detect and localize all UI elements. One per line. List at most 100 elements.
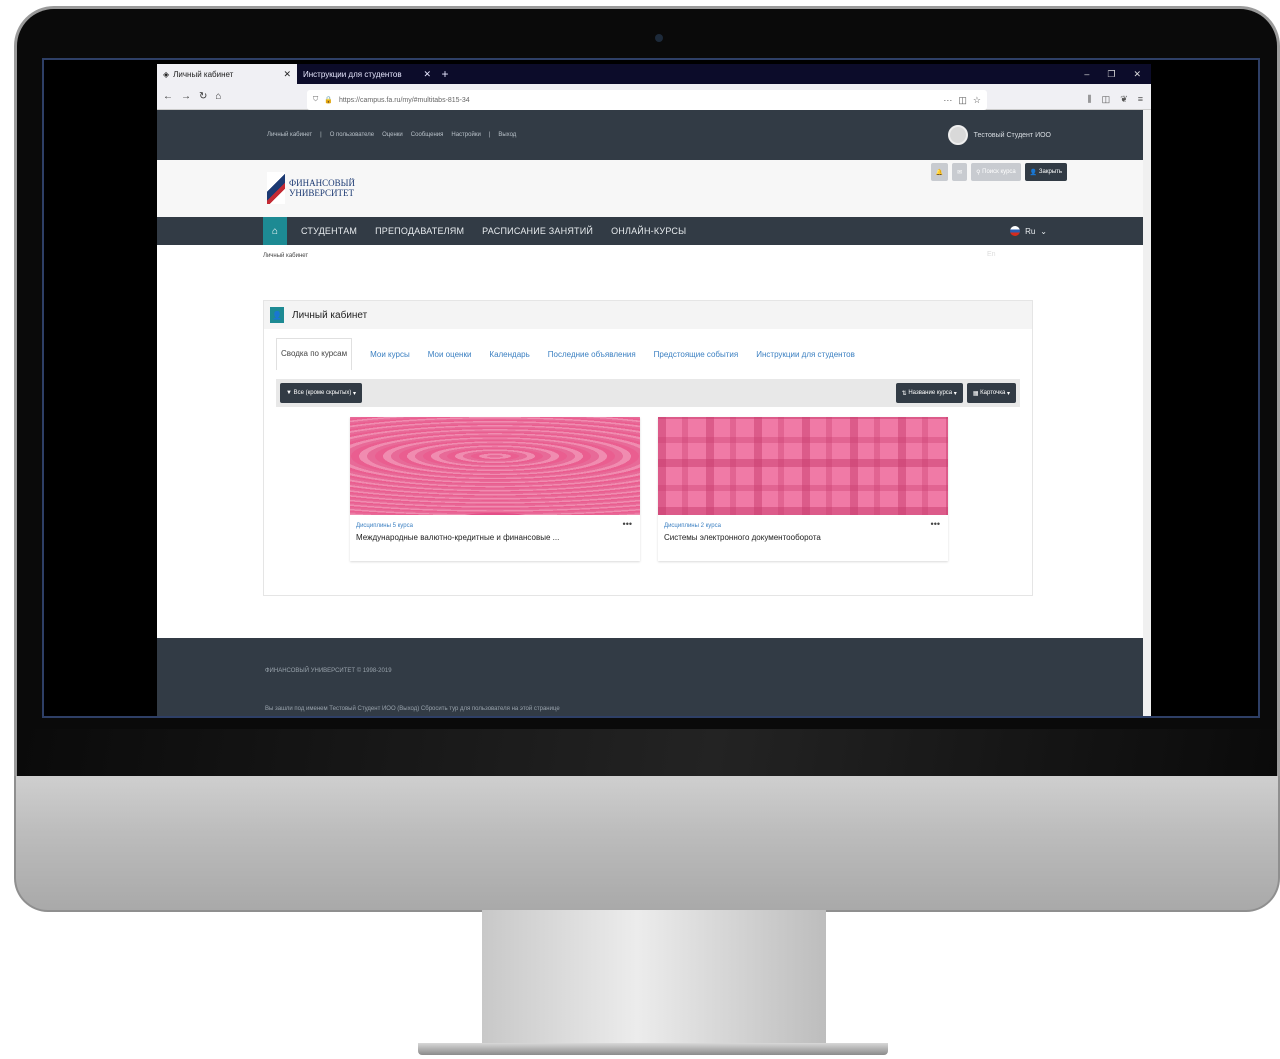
- monitor-chin: [14, 776, 1280, 912]
- grid-icon: ▦: [972, 390, 981, 397]
- sort-dropdown[interactable]: ⇅ Название курса ▾: [895, 383, 963, 403]
- top-link-grades[interactable]: Оценки: [382, 132, 403, 138]
- menu-icon[interactable]: ≡: [1138, 94, 1143, 105]
- extension-icon[interactable]: ❦: [1120, 94, 1128, 105]
- course-card[interactable]: Дисциплины 2 курса Системы электронного …: [658, 417, 948, 561]
- home-icon[interactable]: ⌂: [215, 91, 221, 102]
- messages-button[interactable]: ✉: [952, 163, 968, 181]
- pocket-icon[interactable]: ◫: [958, 95, 967, 106]
- chevron-down-icon: ▾: [1005, 390, 1010, 397]
- toolbar-right: ⫼ ◫ ❦ ≡: [1088, 94, 1143, 105]
- user-menu[interactable]: Тестовый Студент ИОО: [947, 125, 1051, 145]
- close-label: Закрыть: [1038, 169, 1062, 175]
- bezel-shine: [17, 729, 1280, 779]
- more-actions-icon[interactable]: ···: [943, 95, 952, 106]
- view-label: Карточка: [980, 390, 1006, 396]
- course-title[interactable]: Международные валютно-кредитные и финанс…: [356, 533, 634, 542]
- browser-window: ◈ Личный кабинет ✕ Инструкции для студен…: [157, 64, 1151, 716]
- nav-online-courses[interactable]: ОНЛАЙН-КУРСЫ: [611, 226, 686, 236]
- course-card[interactable]: Дисциплины 5 курса Международные валютно…: [350, 417, 640, 561]
- chevron-down-icon: ⌄: [1040, 226, 1047, 236]
- url-text: https://campus.fa.ru/my/#multitabs-815-3…: [338, 96, 470, 104]
- site-topbar: Личный кабинет | О пользователе Оценки Со…: [157, 110, 1151, 160]
- course-search-button[interactable]: ⚲ Поиск курса: [971, 163, 1021, 181]
- close-tab-icon[interactable]: ✕: [283, 69, 291, 80]
- user-icon: 👤: [270, 307, 284, 323]
- close-tab-icon[interactable]: ✕: [423, 69, 431, 80]
- course-image[interactable]: [350, 417, 640, 515]
- home-icon: ⌂: [271, 225, 279, 237]
- nav-students[interactable]: СТУДЕНТАМ: [301, 226, 357, 236]
- close-window-button[interactable]: ✕: [1133, 69, 1141, 80]
- tab-my-courses[interactable]: Мои курсы: [370, 350, 410, 359]
- logo-line1: ФИНАНСОВЫЙ: [289, 178, 355, 188]
- top-link-messages[interactable]: Сообщения: [411, 132, 444, 138]
- filter-label: Все (кроме скрытых): [293, 390, 352, 396]
- russia-flag-icon: [1010, 226, 1021, 236]
- top-link-settings[interactable]: Настройки: [451, 132, 480, 138]
- maximize-button[interactable]: ❐: [1107, 69, 1115, 80]
- course-image[interactable]: [658, 417, 948, 515]
- sidebar-icon[interactable]: ◫: [1102, 94, 1111, 105]
- url-bar[interactable]: ⛉ 🔒 https://campus.fa.ru/my/#multitabs-8…: [307, 90, 987, 110]
- nav-schedule[interactable]: РАСПИСАНИЕ ЗАНЯТИЙ: [482, 226, 593, 236]
- tab-announcements[interactable]: Последние объявления: [548, 350, 636, 359]
- top-link-dashboard[interactable]: Личный кабинет: [267, 132, 312, 138]
- bookmark-star-icon[interactable]: ☆: [973, 95, 981, 106]
- shield-icon[interactable]: ⛉: [313, 96, 318, 104]
- tab-instructions[interactable]: Инструкции для студентов: [756, 350, 855, 359]
- language-option-en[interactable]: En: [987, 251, 996, 258]
- logo-line2: УНИВЕРСИТЕТ: [289, 188, 354, 198]
- filter-icon: ▼: [286, 390, 294, 396]
- browser-tab-personal[interactable]: ◈ Личный кабинет ✕: [157, 64, 297, 84]
- course-category: Дисциплины 2 курса: [664, 523, 721, 529]
- site-footer: ФИНАНСОВЫЙ УНИВЕРСИТЕТ © 1998-2019 Вы за…: [157, 638, 1151, 716]
- footer-login-info: Вы зашли под именем Тестовый Студент ИОО…: [265, 706, 560, 712]
- more-options-icon[interactable]: •••: [623, 519, 632, 529]
- window-controls: ‒ ❐ ✕: [1084, 64, 1151, 84]
- tab-upcoming-events[interactable]: Предстоящие события: [654, 350, 739, 359]
- screen: ◈ Личный кабинет ✕ Инструкции для студен…: [42, 58, 1260, 718]
- tab-course-overview[interactable]: Сводка по курсам: [276, 338, 353, 370]
- panel-header: 👤 Личный кабинет: [264, 301, 1032, 329]
- top-links: Личный кабинет | О пользователе Оценки Со…: [267, 132, 516, 138]
- course-filter-bar: ▼ Все (кроме скрытых) ▾ ⇅ Название курса…: [276, 379, 1020, 407]
- avatar[interactable]: [947, 125, 968, 145]
- home-nav-button[interactable]: ⌂: [263, 217, 287, 245]
- course-title[interactable]: Системы электронного документооборота: [664, 533, 942, 542]
- course-card-body: Дисциплины 2 курса Системы электронного …: [658, 515, 948, 550]
- forward-icon[interactable]: →: [181, 91, 191, 102]
- notifications-button[interactable]: 🔔: [930, 163, 949, 181]
- breadcrumb-item[interactable]: Личный кабинет: [263, 253, 308, 259]
- tab-label: Личный кабинет: [173, 69, 234, 79]
- lock-icon: 🔒: [324, 97, 333, 104]
- new-tab-button[interactable]: +: [437, 64, 453, 84]
- camera-icon: [655, 34, 663, 42]
- tab-bar: ◈ Личный кабинет ✕ Инструкции для студен…: [157, 64, 1151, 84]
- main-navigation: ⌂ СТУДЕНТАМ ПРЕПОДАВАТЕЛЯМ РАСПИСАНИЕ ЗА…: [157, 217, 1151, 245]
- separator: |: [488, 132, 491, 138]
- view-dropdown[interactable]: ▦ Карточка ▾: [966, 383, 1016, 403]
- browser-tab-instructions[interactable]: Инструкции для студентов ✕: [297, 64, 437, 84]
- university-logo[interactable]: ФИНАНСОВЫЙ УНИВЕРСИТЕТ: [267, 172, 355, 204]
- tab-calendar[interactable]: Календарь: [489, 350, 529, 359]
- language-label: Ru: [1025, 226, 1036, 236]
- library-icon[interactable]: ⫼: [1088, 94, 1092, 105]
- minimize-button[interactable]: ‒: [1084, 69, 1089, 79]
- user-name: Тестовый Студент ИОО: [973, 131, 1051, 139]
- back-icon[interactable]: ←: [163, 91, 173, 102]
- sort-icon: ⇅: [901, 390, 909, 397]
- dashboard-tabs: Сводка по курсам Мои курсы Мои оценки Ка…: [264, 335, 1032, 373]
- filter-dropdown[interactable]: ▼ Все (кроме скрытых) ▾: [280, 383, 363, 403]
- nav-teachers[interactable]: ПРЕПОДАВАТЕЛЯМ: [375, 226, 464, 236]
- tab-my-grades[interactable]: Мои оценки: [428, 350, 472, 359]
- reload-icon[interactable]: ↻: [199, 91, 207, 102]
- top-link-logout[interactable]: Выход: [498, 132, 516, 138]
- dashboard-panel: 👤 Личный кабинет Сводка по курсам Мои ку…: [263, 300, 1033, 596]
- close-button[interactable]: 👤 Закрыть: [1024, 163, 1067, 181]
- scrollbar[interactable]: [1143, 110, 1151, 716]
- more-options-icon[interactable]: •••: [931, 519, 940, 529]
- tab-favicon-icon: ◈: [163, 69, 170, 79]
- top-link-profile[interactable]: О пользователе: [330, 132, 374, 138]
- language-selector[interactable]: Ru ⌄: [1010, 226, 1047, 236]
